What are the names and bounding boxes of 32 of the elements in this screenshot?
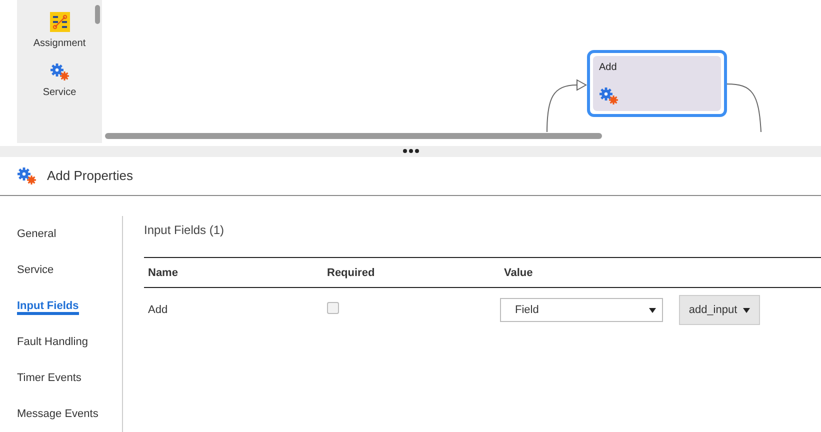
assignment-icon (50, 12, 70, 32)
section-title: Input Fields (1) (144, 223, 226, 237)
column-header: Value (503, 266, 534, 278)
palette-item[interactable]: Assignment (24, 12, 94, 49)
nav-tab[interactable]: Timer Events (17, 360, 122, 396)
vertical-scrollbar[interactable] (95, 5, 100, 24)
gears-icon (50, 63, 70, 81)
palette-item[interactable]: Service (24, 63, 94, 98)
gears-icon (17, 166, 37, 185)
value-type-dropdown[interactable]: Field (500, 298, 663, 322)
palette-item-label: Assignment (33, 38, 86, 49)
gears-icon (599, 87, 619, 105)
field-name: Add (147, 304, 169, 316)
node-title: Add (599, 62, 618, 73)
palette-item-label: Service (42, 87, 76, 98)
drag-handle-icon[interactable] (402, 149, 418, 154)
nav-tab[interactable]: Service (17, 252, 122, 288)
column-header: Required (326, 266, 376, 278)
connector-line (727, 83, 763, 132)
caret-icon (743, 308, 750, 312)
horizontal-scrollbar[interactable] (105, 133, 602, 139)
required-checkbox[interactable] (327, 302, 339, 314)
panel-title: Add Properties (47, 168, 133, 184)
service-node[interactable]: Add (587, 50, 727, 117)
nav-tab[interactable]: General (17, 216, 122, 252)
field-picker-button[interactable]: add_input (679, 295, 760, 325)
connector-line (545, 78, 587, 132)
column-header: Name (147, 266, 179, 278)
nav-tab[interactable]: Input Fields (17, 288, 122, 324)
caret-icon (649, 308, 656, 312)
nav-tab[interactable]: Message Events (17, 396, 122, 432)
nav-tab[interactable]: Fault Handling (17, 324, 122, 360)
